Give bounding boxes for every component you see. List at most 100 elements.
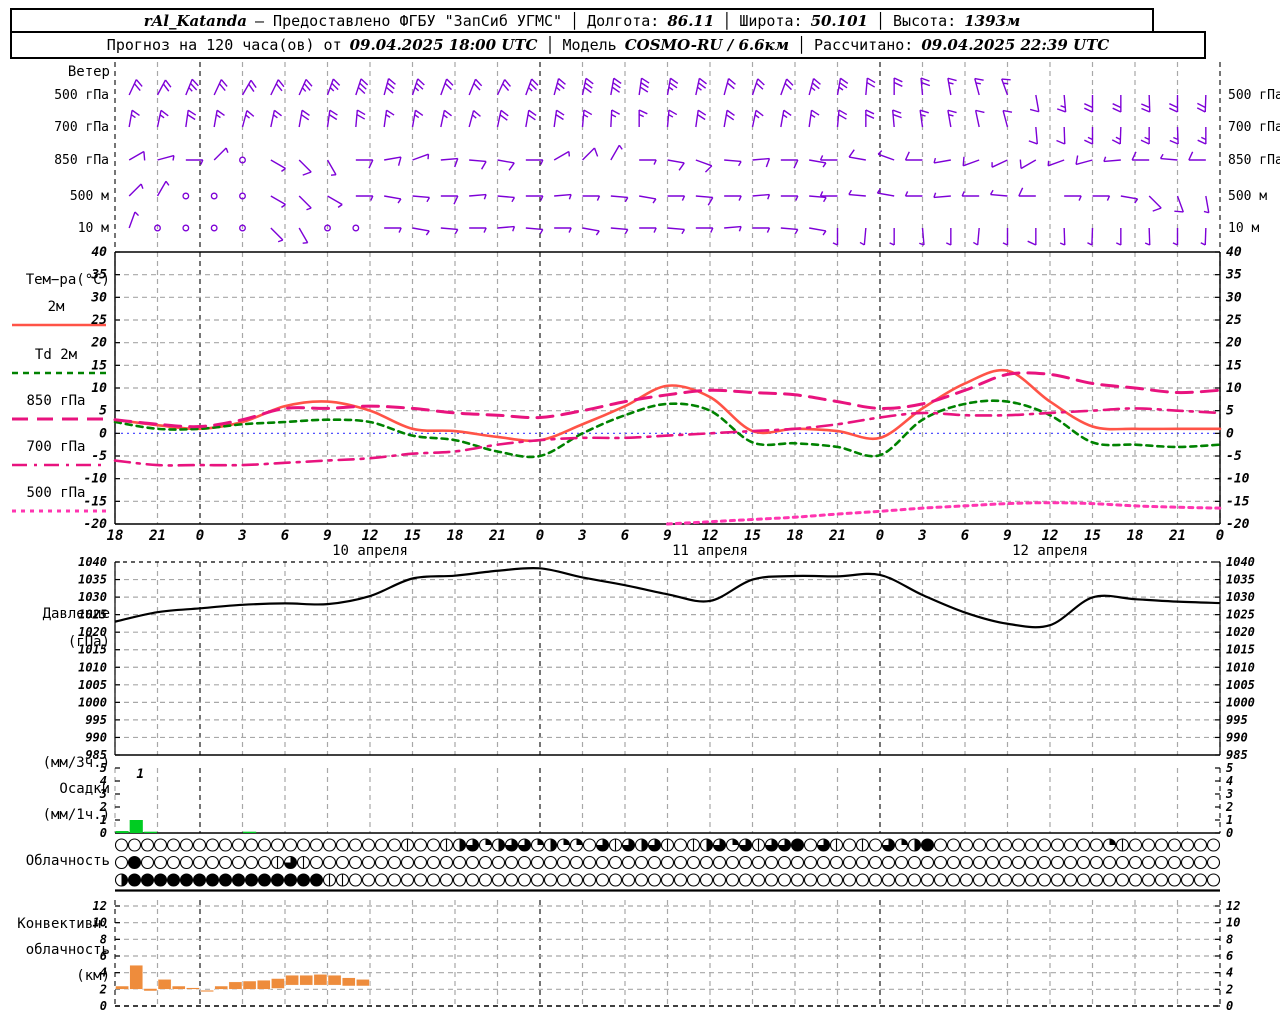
cloud-cover-symbol	[595, 873, 610, 887]
tick-label: 1000	[78, 695, 107, 709]
cloud-row-2	[114, 873, 1221, 887]
tick-label: 0	[1226, 426, 1234, 441]
cloud-cover-symbol	[166, 838, 181, 852]
cloud-cover-symbol	[1193, 873, 1208, 887]
cloud-cover-symbol	[959, 855, 974, 870]
date-label: 10 апреля	[332, 543, 408, 559]
cloud-cover-symbol	[1141, 855, 1156, 870]
tick-label: 0	[1226, 826, 1233, 840]
cloud-cover-symbol	[374, 855, 389, 870]
cloud-cover-symbol	[660, 855, 675, 870]
cloud-cover-symbol	[179, 873, 194, 887]
cloud-cover-symbol	[686, 855, 701, 870]
tick-label: 1030	[1226, 590, 1255, 604]
conv-cloud-bar	[256, 979, 271, 990]
conv-cloud-bar	[356, 979, 370, 987]
cloud-cover-symbol	[387, 838, 402, 852]
cloud-row-1	[114, 855, 1221, 870]
cloud-cover-symbol	[920, 838, 935, 852]
cloud-cover-symbol	[686, 873, 701, 887]
tick-label: 2	[99, 982, 107, 996]
cloud-cover-symbol	[166, 855, 181, 870]
cloud-cover-symbol	[413, 838, 428, 852]
tick-label: 1035	[1226, 573, 1255, 587]
cloud-cover-symbol	[387, 855, 402, 870]
precip-amount-annotation: 1	[136, 767, 144, 782]
cloud-cover-symbol	[1011, 838, 1026, 852]
cloud-cover-symbol	[348, 838, 363, 852]
cloud-cover-symbol	[647, 855, 662, 870]
cloud-cover-symbol	[556, 873, 571, 887]
cloud-cover-symbol	[530, 855, 545, 870]
cloud-cover-symbol	[712, 855, 727, 870]
tick-label: 1030	[78, 590, 107, 604]
cloud-cover-symbol	[478, 873, 493, 887]
tick-label: 9	[663, 528, 671, 544]
cloud-cover-symbol	[192, 873, 207, 887]
cloud-cover-symbol	[972, 855, 987, 870]
cloud-cover-symbol	[829, 873, 844, 887]
cloud-cover-symbol	[283, 873, 298, 887]
precip-bar	[115, 831, 129, 833]
cloud-cover-symbol	[751, 855, 766, 870]
cloud-cover-symbol	[933, 838, 948, 852]
tick-label: 10	[91, 381, 107, 396]
cloud-cover-symbol	[361, 855, 376, 870]
cloud-cover-symbol	[816, 855, 831, 870]
cloud-cover-symbol	[374, 873, 389, 887]
tick-label: 4	[100, 966, 107, 980]
cloud-cover-symbol	[400, 873, 415, 887]
cloud-cover-symbol	[1102, 873, 1117, 887]
tick-label: 1020	[78, 625, 107, 639]
wind-level-label-right: 850 гПа	[1228, 153, 1280, 168]
tick-label: -20	[84, 517, 108, 532]
cloud-cover-symbol	[465, 855, 480, 870]
cloud-cover-symbol	[218, 855, 233, 870]
tick-label: 985	[85, 748, 107, 762]
wind-level-label-left: 500 гПа	[54, 88, 109, 103]
tick-label: 990	[85, 730, 107, 744]
cloud-cover-symbol	[1154, 855, 1169, 870]
tick-label: 18	[1127, 528, 1144, 544]
cloud-cover-symbol	[335, 855, 350, 870]
cloud-cover-symbol	[504, 873, 519, 887]
cloud-cover-symbol	[1167, 838, 1182, 852]
wind-level-label-right: 500 м	[1228, 189, 1267, 204]
tick-label: 3	[1225, 787, 1233, 801]
tick-label: 20	[90, 336, 107, 351]
cloud-cover-symbol	[1154, 873, 1169, 887]
cloud-cover-symbol	[998, 873, 1013, 887]
cloud-cover-symbol	[647, 873, 662, 887]
tick-label: 995	[85, 713, 107, 727]
cloud-cover-symbol	[920, 873, 935, 887]
cloud-cover-symbol	[244, 873, 259, 887]
cloud-cover-symbol	[816, 873, 831, 887]
cloud-cover-symbol	[868, 838, 883, 852]
tick-label: -20	[1226, 517, 1250, 532]
tick-label: 25	[90, 313, 107, 328]
tick-label: 20	[1225, 336, 1242, 351]
cloud-cover-symbol	[426, 873, 441, 887]
cloud-cover-symbol	[946, 838, 961, 852]
cloud-cover-symbol	[608, 873, 623, 887]
tick-label: 1	[100, 813, 107, 827]
cloud-cover-symbol	[1141, 838, 1156, 852]
tick-label: 30	[1225, 290, 1242, 305]
cloud-cover-symbol	[829, 855, 844, 870]
cloud-cover-symbol	[1050, 838, 1065, 852]
cloud-cover-symbol	[764, 855, 779, 870]
tick-label: 995	[1226, 713, 1248, 727]
cloud-cover-symbol	[1102, 855, 1117, 870]
cloud-cover-symbol	[569, 873, 584, 887]
tick-label: 1010	[78, 660, 107, 674]
cloud-cover-symbol	[296, 873, 311, 887]
calm-icon	[210, 224, 218, 232]
precip-bar	[129, 820, 143, 833]
cloud-cover-symbol	[1193, 855, 1208, 870]
tick-label: 5	[1226, 404, 1234, 419]
cloud-cover-symbol	[998, 838, 1013, 852]
cloud-cover-symbol	[114, 838, 129, 852]
cloud-cover-symbol	[1024, 855, 1039, 870]
tick-label: -10	[84, 472, 108, 487]
tick-label: 5	[1226, 761, 1233, 775]
